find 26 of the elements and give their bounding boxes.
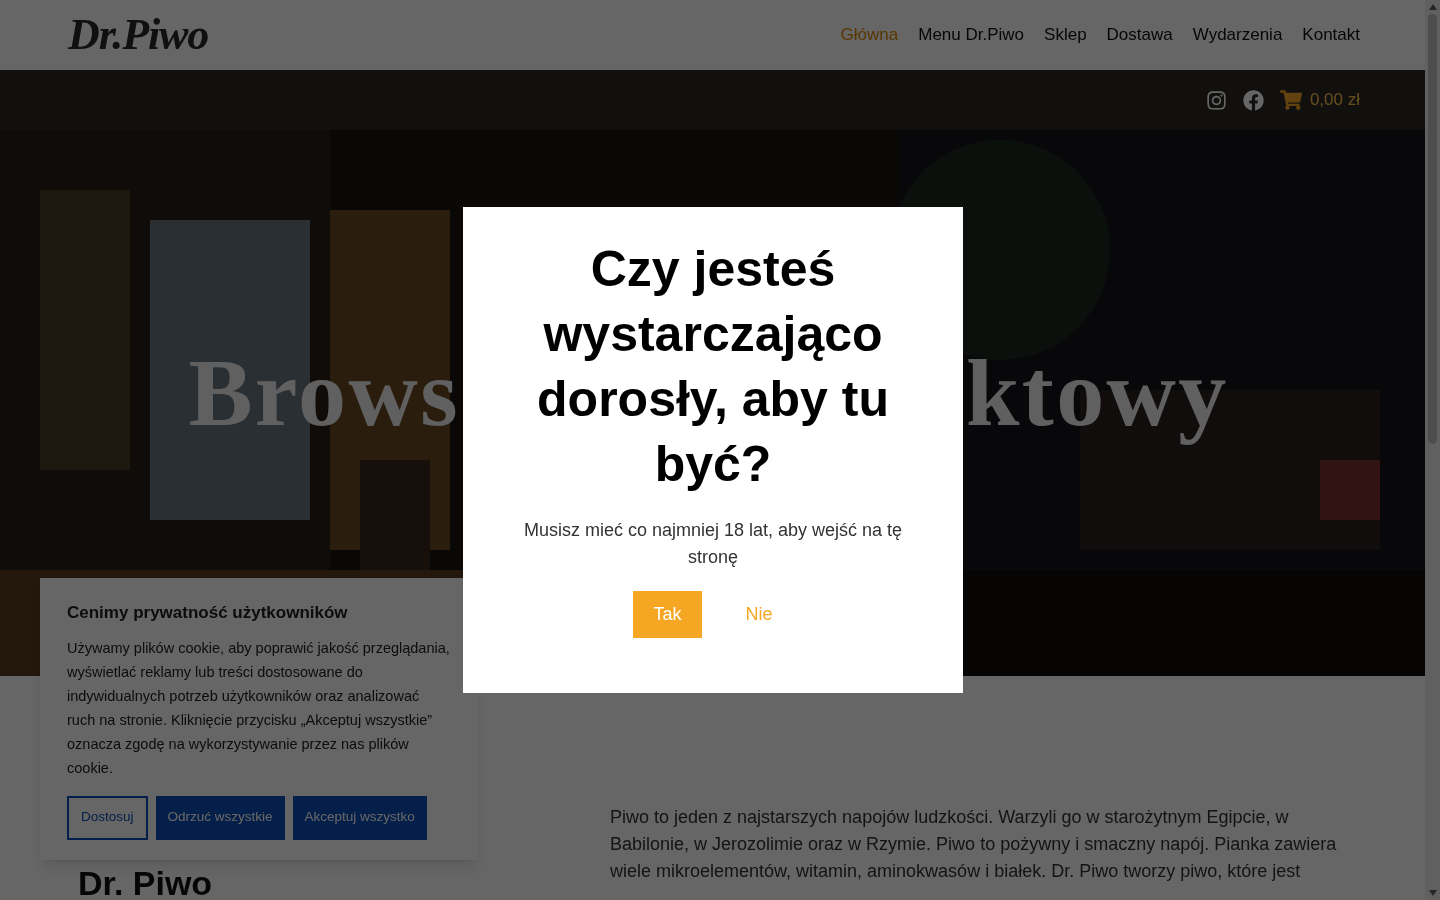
- scroll-up-icon[interactable]: [1428, 4, 1437, 10]
- cookie-text: Używamy plików cookie, aby poprawić jakość przeglądania, wyświetlać reklamy lub treści dostosowane do indywidualnych potrzeb użytkowników oraz analizować ruch na stronie. Kliknięcie przycisku „Akceptuj wszystkie” oznacza zgodę na wykorzystywanie przez nas plików cookie.: [67, 638, 451, 778]
- modal-text: Musisz mieć co najmniej 18 lat, aby wejść na tę stronę: [522, 519, 904, 569]
- hero-title: Brows: [188, 338, 460, 448]
- logo[interactable]: Dr.Piwo: [68, 2, 209, 68]
- cookie-button[interactable]: Odrzuć wszystkie: [155, 795, 285, 840]
- cookie-button[interactable]: Dostosuj: [67, 795, 148, 840]
- intro-paragraph: Piwo to jeden z najstarszych napojów ludzkości. Warzyli go w starożytnym Egipcie, w Babilonie, w Jerozolimie oraz w Rzymie. Piwo to pożywny i smaczny napój. Pianka zawiera wiele mikroelementów, witamin, aminokwasów i białek. Dr. Piwo tworzy piwo, które jest: [610, 806, 1338, 883]
- nav-link[interactable]: Wydarzenia: [1192, 22, 1283, 48]
- nav-link[interactable]: Menu Dr.Piwo: [918, 22, 1025, 48]
- hero-title: ktowy: [966, 338, 1229, 448]
- nav-link[interactable]: Główna: [840, 22, 899, 48]
- cart-icon[interactable]: [1279, 89, 1302, 111]
- cookie-button[interactable]: Akceptuj wszystko: [292, 795, 427, 840]
- nav-link[interactable]: Kontakt: [1302, 22, 1360, 48]
- section-heading: Dr. Piwo: [78, 866, 213, 900]
- cookie-title: Cenimy prywatność użytkowników: [67, 602, 349, 624]
- facebook-icon[interactable]: [1242, 89, 1264, 111]
- scroll-down-icon[interactable]: [1428, 890, 1437, 896]
- decline-link[interactable]: Nie: [725, 591, 793, 638]
- cart-total[interactable]: 0,00 zł: [1309, 87, 1360, 113]
- instagram-icon[interactable]: [1205, 89, 1227, 111]
- nav-link[interactable]: Sklep: [1044, 22, 1087, 48]
- confirm-button[interactable]: Tak: [633, 591, 702, 638]
- nav-link[interactable]: Dostawa: [1106, 22, 1173, 48]
- modal-title: Czy jesteś wystarczająco dorosły, aby tu być?: [536, 240, 890, 494]
